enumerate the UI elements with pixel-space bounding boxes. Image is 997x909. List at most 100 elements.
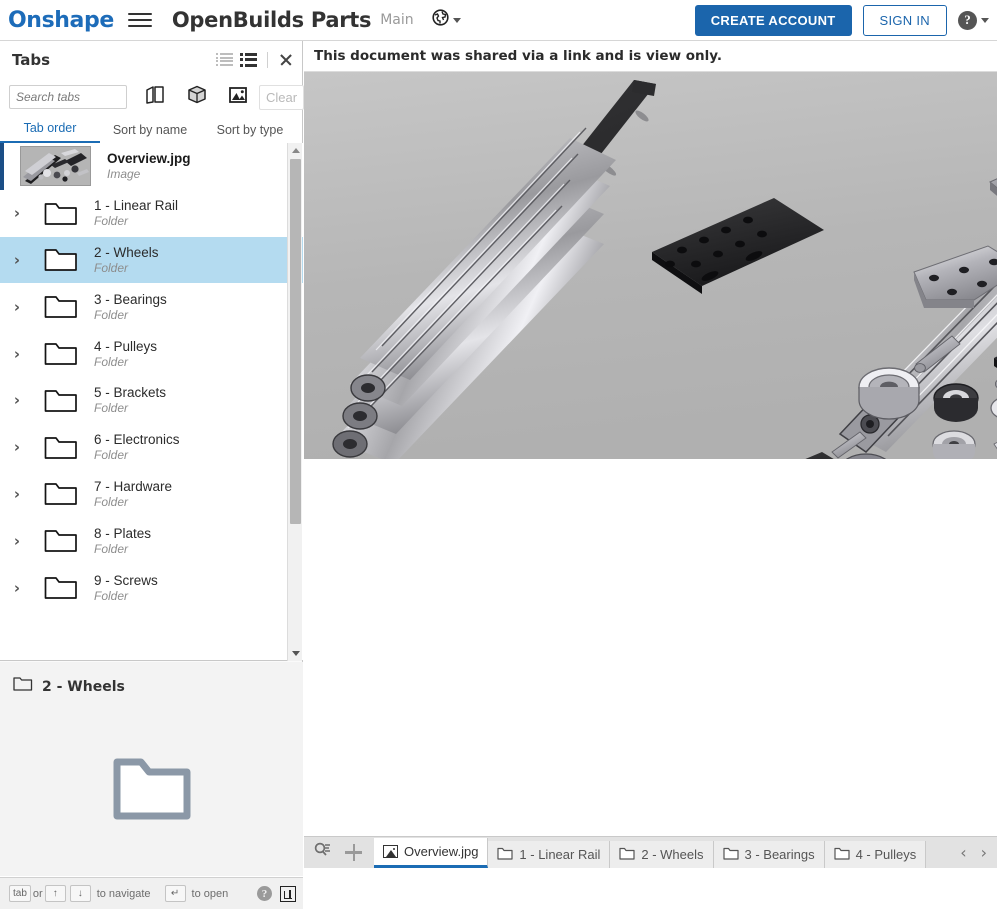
tabs-list: Overview.jpg Image › 1 - Linear Rail Folder ›… [0, 143, 303, 661]
tab-sort-name[interactable]: Sort by name [100, 123, 200, 143]
tab-item-name: 9 - Screws [94, 572, 158, 588]
tab-item-name: 1 - Linear Rail [94, 198, 179, 214]
tab-item-type: Folder [94, 588, 129, 603]
folder-icon [497, 847, 514, 863]
chevron-right-icon[interactable]: › [4, 204, 30, 222]
tab-item-type: Folder [94, 494, 129, 509]
clear-button[interactable]: Clear [259, 84, 305, 110]
tab-list-item[interactable]: › 6 - Electronics Folder [0, 424, 303, 471]
sign-in-button[interactable]: SIGN IN [862, 4, 947, 36]
document-tab[interactable]: 4 - Pulleys [824, 841, 927, 868]
document-tab[interactable]: 2 - Wheels [610, 841, 714, 868]
branch-label: Main [380, 12, 414, 28]
help-icon[interactable]: ? [257, 886, 272, 901]
folder-icon [44, 575, 78, 600]
tab-list-item[interactable]: › 3 - Bearings Folder [0, 283, 303, 330]
document-tab-label: 1 - Linear Rail [519, 847, 601, 862]
chevron-right-icon[interactable]: › [4, 251, 30, 269]
document-tab[interactable]: 1 - Linear Rail [488, 841, 611, 868]
tab-search-icon[interactable] [314, 842, 331, 862]
list-view-icon[interactable] [216, 53, 233, 67]
folder-icon [44, 247, 78, 272]
tab-item-name: 5 - Brackets [94, 385, 167, 401]
hamburger-icon[interactable] [127, 8, 152, 32]
hint-open: to open [191, 887, 229, 900]
document-tab-label: Overview.jpg [404, 844, 479, 859]
tab-item-name: 2 - Wheels [94, 244, 159, 260]
scroll-up-arrow[interactable] [288, 143, 303, 158]
tab-sort-order[interactable]: Tab order [0, 121, 100, 143]
tabbar-navigation: ‹ › [952, 843, 997, 868]
document-tab[interactable]: 3 - Bearings [713, 841, 825, 868]
search-input[interactable] [9, 85, 127, 109]
document-tab-bar: Overview.jpg 1 - Linear Rail 2 - Wheels 3 -… [304, 836, 997, 868]
create-account-button[interactable]: CREATE ACCOUNT [694, 4, 852, 36]
document-tab-label: 2 - Wheels [641, 847, 704, 862]
folder-icon-large [111, 754, 193, 827]
divider [267, 51, 268, 68]
assembly-filter-icon[interactable] [186, 84, 208, 110]
add-tab-icon[interactable] [345, 843, 362, 861]
image-filter-icon[interactable] [227, 85, 249, 110]
preview-header: 2 - Wheels [0, 662, 303, 697]
folder-icon [13, 676, 33, 697]
folder-icon [44, 481, 78, 506]
chevron-right-icon[interactable]: › [4, 532, 30, 550]
tab-item-name: 6 - Electronics [94, 432, 180, 448]
chevron-right-icon[interactable]: › [4, 485, 30, 503]
tab-list-item[interactable]: › 5 - Brackets Folder [0, 377, 303, 424]
part-studio-filter-icon[interactable] [145, 84, 167, 110]
scroll-down-arrow[interactable] [288, 646, 303, 661]
filter-icon-group [145, 84, 249, 110]
help-dropdown[interactable]: ? [958, 10, 989, 30]
tab-item-type: Folder [94, 448, 129, 463]
hintbar-actions: ? [257, 885, 296, 902]
sidebar-header-actions [216, 51, 294, 68]
scrollbar-thumb[interactable] [290, 159, 301, 524]
tab-list-item[interactable]: Overview.jpg Image [0, 143, 303, 190]
tab-list-item[interactable]: › 9 - Screws Folder [0, 564, 303, 611]
chevron-down-icon [981, 17, 989, 23]
chevron-right-icon[interactable]: › [4, 391, 30, 409]
tab-item-name: 7 - Hardware [94, 478, 173, 494]
image-viewer[interactable] [304, 72, 997, 459]
chevron-right-icon[interactable]: › [4, 298, 30, 316]
tab-list-item[interactable]: › 2 - Wheels Folder [0, 236, 303, 284]
document-tab[interactable]: Overview.jpg [374, 838, 489, 868]
tab-sort-type[interactable]: Sort by type [200, 123, 300, 143]
main-content: This document was shared via a link and … [304, 41, 997, 835]
folder-icon [722, 847, 739, 863]
detail-list-view-icon[interactable] [240, 52, 257, 67]
folder-icon [44, 528, 78, 553]
key-arrow-down: ↓ [69, 885, 91, 902]
header-actions: CREATE ACCOUNT SIGN IN ? [694, 4, 989, 36]
hint-navigate: to navigate [96, 887, 151, 900]
chevron-right-icon[interactable]: › [4, 345, 30, 363]
chevron-right-icon[interactable]: › [4, 438, 30, 456]
app-header: Onshape OpenBuilds Parts Main CREATE ACC… [0, 0, 997, 41]
panel-toggle-icon[interactable] [280, 885, 296, 902]
tab-list-item[interactable]: › 7 - Hardware Folder [0, 471, 303, 518]
chevron-right-icon[interactable]: › [4, 579, 30, 597]
tab-item-type: Folder [94, 401, 129, 416]
close-icon[interactable] [278, 52, 294, 68]
tab-list-item[interactable]: › 8 - Plates Folder [0, 517, 303, 564]
tab-list-item[interactable]: › 4 - Pulleys Folder [0, 330, 303, 377]
globe-dropdown[interactable] [432, 9, 461, 31]
folder-icon [44, 201, 78, 226]
tabs-sidebar: Tabs Search tabs Clear Tab order Sort by… [0, 41, 305, 909]
sidebar-scrollbar[interactable] [287, 143, 302, 661]
preview-title: 2 - Wheels [42, 678, 125, 695]
tab-next-button[interactable]: › [981, 843, 987, 862]
tab-item-type: Image [107, 167, 141, 182]
tab-item-name: 8 - Plates [94, 525, 152, 541]
folder-icon [44, 435, 78, 460]
key-tab: tab [9, 885, 31, 902]
share-notice-banner: This document was shared via a link and … [304, 41, 997, 72]
keyboard-hint-bar: tab or ↑ ↓ to navigate ↵ to open ? [0, 877, 303, 909]
tab-prev-button[interactable]: ‹ [960, 843, 966, 862]
tab-list-item[interactable]: › 1 - Linear Rail Folder [0, 190, 303, 237]
globe-icon [432, 9, 449, 31]
document-tab-label: 3 - Bearings [744, 847, 815, 862]
onshape-logo[interactable]: Onshape [8, 8, 114, 33]
